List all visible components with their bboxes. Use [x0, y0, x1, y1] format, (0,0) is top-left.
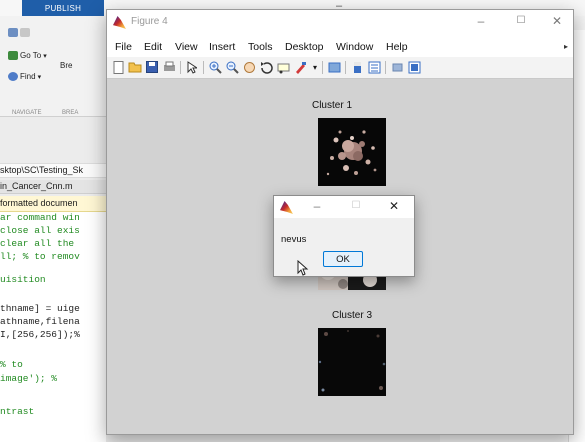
message-dialog: – ☐ ✕ nevus OK [273, 195, 415, 277]
menu-view[interactable]: View [175, 41, 198, 53]
minimize-icon[interactable]: – [471, 14, 491, 28]
toolbar-separator [345, 61, 346, 74]
code-line: ntrast [0, 406, 35, 417]
code-line: image'); % [0, 373, 58, 384]
cluster-3-title: Cluster 3 [331, 310, 372, 321]
ribbon-find[interactable]: Find ▾ [8, 72, 41, 81]
dialog-matlab-logo-icon [280, 201, 293, 214]
figure-menubar: File Edit View Insert Tools Desktop Wind… [107, 37, 573, 57]
compare-icon [8, 28, 18, 37]
dialog-close-icon[interactable]: ✕ [384, 199, 404, 213]
show-tools-icon[interactable] [407, 60, 421, 74]
comment-icon [20, 28, 30, 37]
matlab-logo-icon [113, 16, 126, 29]
maximize-icon[interactable]: ☐ [511, 15, 531, 26]
code-editor[interactable]: ar command win close all exis clear all … [0, 212, 106, 442]
ribbon-section-breakpoints: BREA [62, 110, 79, 116]
goto-arrow-icon [8, 51, 18, 60]
ribbon-section-navigate: NAVIGATE [12, 110, 42, 116]
ribbon: Go To ▾ Bre Find ▾ NAVIGATE BREA [0, 16, 106, 117]
ribbon-find-label: Find [20, 72, 36, 81]
menu-edit[interactable]: Edit [144, 41, 162, 53]
figure-toolbar: ▾ [107, 57, 573, 79]
magnifier-icon [8, 72, 18, 81]
figure-titlebar[interactable]: Figure 4 – ☐ ✕ [107, 10, 573, 37]
ribbon-compare-icons[interactable] [8, 28, 30, 37]
new-figure-icon[interactable] [112, 60, 126, 74]
figure-title: Figure 4 [131, 16, 168, 27]
dialog-message: nevus [281, 234, 307, 245]
toolbar-separator [385, 61, 386, 74]
ribbon-breakpoints[interactable]: Bre [60, 61, 72, 70]
zoom-out-icon[interactable] [225, 60, 239, 74]
code-line: close all exis [0, 225, 80, 236]
close-icon[interactable]: ✕ [547, 14, 567, 28]
hide-tools-icon[interactable] [390, 60, 404, 74]
save-icon[interactable] [145, 60, 159, 74]
menu-tools[interactable]: Tools [248, 41, 273, 53]
pointer-icon[interactable] [185, 60, 199, 74]
menu-file[interactable]: File [115, 41, 132, 53]
code-line: I,[256,256]);% [0, 329, 80, 340]
data-cursor-icon[interactable] [276, 60, 290, 74]
editor-notice-bar: formatted documen [0, 196, 106, 212]
mouse-cursor-icon [297, 260, 309, 276]
brush-dropdown-icon[interactable]: ▾ [308, 60, 322, 74]
ribbon-breakpoints-label: Bre [60, 61, 73, 70]
code-line: uisition [0, 274, 46, 285]
brush-icon[interactable] [293, 60, 307, 74]
cluster-1-title: Cluster 1 [311, 100, 352, 111]
menu-window[interactable]: Window [336, 41, 373, 53]
rotate-icon[interactable] [259, 60, 273, 74]
code-line: ar command win [0, 212, 80, 223]
menu-help[interactable]: Help [386, 41, 408, 53]
dialog-maximize-icon: ☐ [351, 200, 361, 211]
print-icon[interactable] [162, 60, 176, 74]
toolbar-separator [322, 61, 323, 74]
ribbon-goto[interactable]: Go To ▾ [8, 51, 47, 60]
cluster-3-image [318, 328, 386, 396]
code-line: clear all the [0, 238, 75, 249]
code-line: athname,filena [0, 316, 80, 327]
editor-file-tab[interactable]: in_Cancer_Cnn.m [0, 180, 106, 194]
cluster-1-image [318, 118, 386, 186]
current-folder-path[interactable]: sktop\SC\Testing_Sk [0, 163, 106, 178]
code-line: thname] = uige [0, 303, 80, 314]
zoom-in-icon[interactable] [208, 60, 222, 74]
ribbon-goto-label: Go To [20, 51, 42, 60]
open-file-icon[interactable] [128, 60, 142, 74]
code-line: ll; % to remov [0, 251, 80, 262]
dialog-titlebar[interactable]: – ☐ ✕ [274, 196, 414, 218]
ok-button[interactable]: OK [323, 251, 363, 267]
dialog-minimize-icon[interactable]: – [307, 199, 327, 213]
colorbar-icon[interactable] [350, 60, 364, 74]
code-line: % to [0, 359, 23, 370]
pan-icon[interactable] [242, 60, 256, 74]
menu-insert[interactable]: Insert [209, 41, 235, 53]
menu-desktop[interactable]: Desktop [285, 41, 324, 53]
tab-publish[interactable]: PUBLISH [22, 0, 104, 16]
menu-overflow-icon[interactable]: ▸ [564, 42, 568, 51]
toolbar-separator [180, 61, 181, 74]
legend-icon[interactable] [367, 60, 381, 74]
link-icon[interactable] [327, 60, 341, 74]
toolbar-separator [203, 61, 204, 74]
